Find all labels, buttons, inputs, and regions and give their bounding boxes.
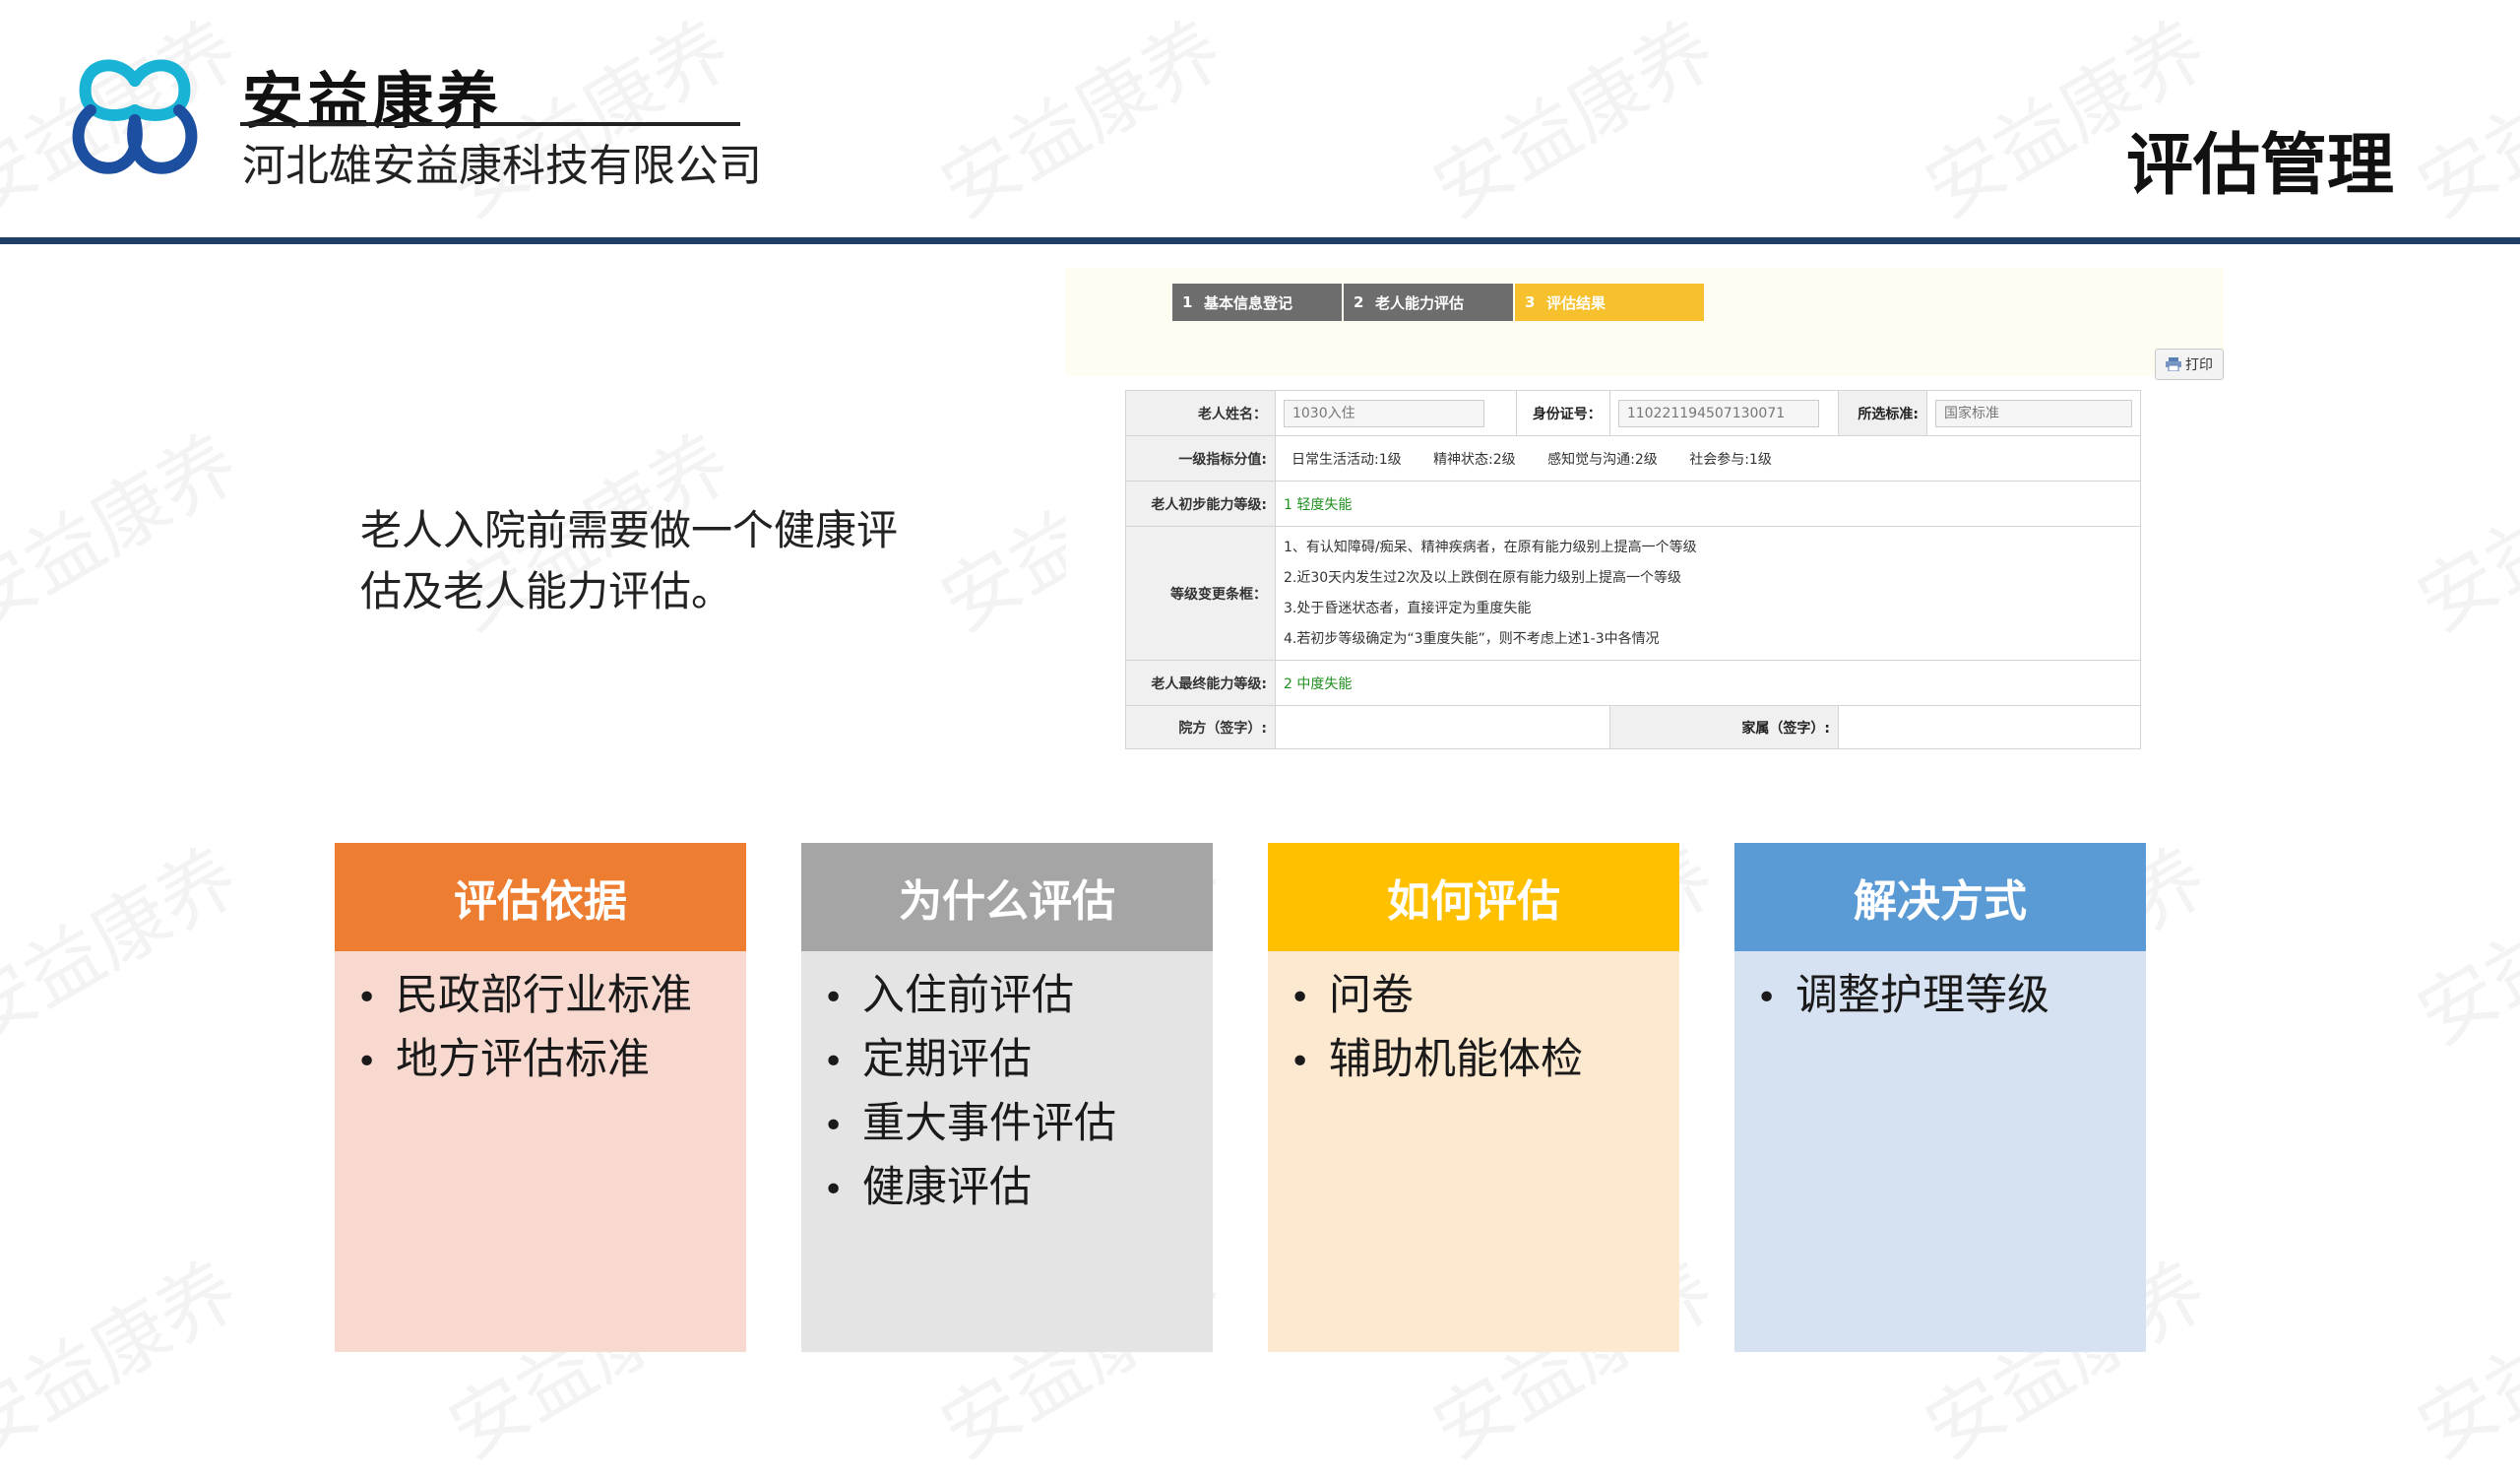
step-number: 3 [1525,293,1536,311]
watermark-text: 安益康养 [2403,1246,2520,1477]
institution-sign-field[interactable] [1274,705,1610,749]
step-label: 基本信息登记 [1204,293,1293,312]
family-sign-label: 家属（签字）: [1608,705,1840,749]
level-change-conditions: 1、有认知障碍/痴呆、精神疾病者，在原有能力级别上提高一个等级 2.近30天内发… [1274,526,2142,661]
brand-underline [240,122,740,126]
id-label: 身份证号： [1516,390,1610,436]
print-label: 打印 [2185,357,2213,373]
card-body: 问卷 辅助机能体检 [1268,951,1679,1352]
initial-level-value: 1 轻度失能 [1274,481,2142,527]
card-title: 评估依据 [335,843,746,951]
step-assessment-result[interactable]: 3 评估结果 [1515,284,1704,321]
step-label: 老人能力评估 [1375,293,1465,312]
standard-select[interactable]: 国家标准 [1935,399,2132,427]
card-bullet: 问卷 [1290,965,1658,1029]
card-bullet: 民政部行业标准 [356,965,724,1029]
step-number: 1 [1182,293,1193,311]
card-title: 解决方式 [1734,843,2146,951]
intro-text: 老人入院前需要做一个健康评估及老人能力评估。 [360,506,899,615]
watermark-text: 安益康养 [2403,832,2520,1063]
card-title: 为什么评估 [801,843,1213,951]
family-sign-field[interactable] [1838,705,2141,749]
page-title: 评估管理 [2125,127,2394,205]
assessment-result-form: 老人姓名： 1030入住 身份证号： 110221194507130071 所选… [1125,390,2142,749]
card-assessment-basis: 评估依据 民政部行业标准 地方评估标准 [335,843,746,1352]
card-why-assess: 为什么评估 入住前评估 定期评估 重大事件评估 健康评估 [801,843,1213,1352]
initial-level-label: 老人初步能力等级: [1125,481,1276,527]
header-divider [0,237,2520,244]
conditions-label: 等级变更条框： [1125,526,1276,661]
watermark-text: 安益康养 [926,5,1238,236]
card-title: 如何评估 [1268,843,1679,951]
brand-name: 安益康养 [242,65,503,137]
watermark-text: 安益康养 [2403,5,2520,236]
final-level-value: 2 中度失能 [1274,660,2142,706]
step-ability-assessment[interactable]: 2 老人能力评估 [1344,284,1513,321]
card-bullet: 定期评估 [823,1029,1191,1093]
score-item: 日常生活活动:1级 [1291,451,1402,468]
condition-item: 1、有认知障碍/痴呆、精神疾病者，在原有能力级别上提高一个等级 [1283,539,1697,555]
card-bullet: 入住前评估 [823,965,1191,1029]
card-body: 民政部行业标准 地方评估标准 [335,951,746,1352]
id-number-input[interactable]: 110221194507130071 [1617,399,1819,427]
card-bullet: 辅助机能体检 [1290,1029,1658,1093]
card-bullet: 健康评估 [823,1157,1191,1221]
company-name: 河北雄安益康科技有限公司 [242,141,762,191]
elder-name-input[interactable]: 1030入住 [1283,399,1484,427]
index-scores: 日常生活活动:1级 精神状态:2级 感知觉与沟通:2级 社会参与:1级 [1274,435,2142,482]
card-bullet: 调整护理等级 [1756,965,2124,1029]
step-number: 2 [1354,293,1364,311]
card-body: 调整护理等级 [1734,951,2146,1352]
print-button[interactable]: 打印 [2155,349,2224,380]
score-item: 感知觉与沟通:2级 [1547,451,1658,468]
standard-label: 所选标准: [1838,390,1927,436]
condition-item: 4.若初步等级确定为“3重度失能”，则不考虑上述1-3中各情况 [1283,630,1660,647]
assessment-screenshot: 1 基本信息登记 2 老人能力评估 3 评估结果 打印 老人姓名： 1030入住… [1066,268,2224,756]
score-item: 社会参与:1级 [1689,451,1772,468]
card-body: 入住前评估 定期评估 重大事件评估 健康评估 [801,951,1213,1352]
name-label: 老人姓名： [1125,390,1276,436]
trefoil-heart-logo-icon [72,59,198,174]
watermark-text: 安益康养 [0,418,254,650]
step-label: 评估结果 [1546,293,1606,312]
wizard-steps: 1 基本信息登记 2 老人能力评估 3 评估结果 [1172,284,1706,321]
step-basic-info[interactable]: 1 基本信息登记 [1172,284,1342,321]
final-level-label: 老人最终能力等级: [1125,660,1276,706]
score-item: 精神状态:2级 [1433,451,1516,468]
watermark-text: 安益康养 [0,1246,254,1477]
condition-item: 2.近30天内发生过2次及以上跌倒在原有能力级别上提高一个等级 [1283,569,1682,586]
watermark-text: 安益康养 [2403,418,2520,650]
card-bullet: 地方评估标准 [356,1029,724,1093]
card-solution: 解决方式 调整护理等级 [1734,843,2146,1352]
institution-sign-label: 院方（签字）: [1125,705,1276,749]
watermark-text: 安益康养 [1418,5,1731,236]
card-how-assess: 如何评估 问卷 辅助机能体检 [1268,843,1679,1352]
condition-item: 3.处于昏迷状态者，直接评定为重度失能 [1283,600,1532,616]
printer-icon [2166,357,2181,371]
scores-label: 一级指标分值: [1125,435,1276,482]
watermark-text: 安益康养 [0,832,254,1063]
card-bullet: 重大事件评估 [823,1093,1191,1157]
